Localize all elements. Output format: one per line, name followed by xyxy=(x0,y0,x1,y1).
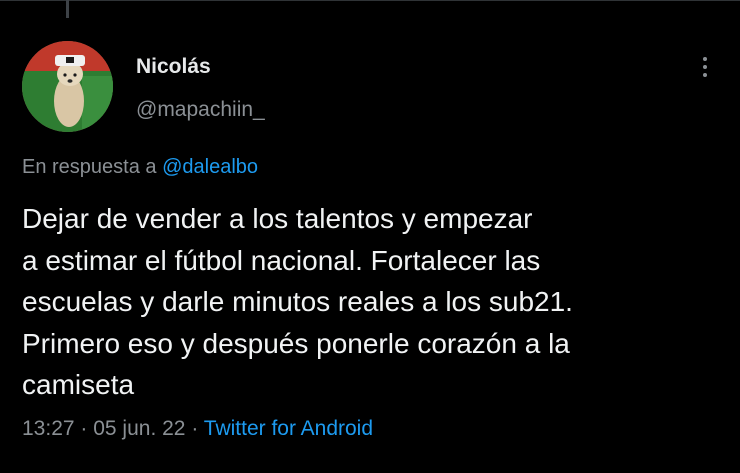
tweet-metadata: 13:27 · 05 jun. 22 · Twitter for Android xyxy=(22,417,373,441)
meta-separator: · xyxy=(185,417,204,440)
tweet-text: Dejar de vender a los talentos y empezar… xyxy=(22,203,573,400)
tweet-date[interactable]: 05 jun. 22 xyxy=(93,417,185,440)
reply-context: En respuesta a @dalealbo xyxy=(22,156,258,179)
top-divider xyxy=(0,0,740,1)
avatar[interactable] xyxy=(22,41,113,132)
author-display-name[interactable]: Nicolás xyxy=(136,55,211,79)
more-options-button[interactable] xyxy=(692,52,718,82)
author-handle[interactable]: @mapachiin_ xyxy=(136,98,265,122)
reply-prefix: En respuesta a xyxy=(22,156,157,178)
avatar-image xyxy=(22,41,113,132)
reply-mention-link[interactable]: @dalealbo xyxy=(162,156,258,178)
tweet-time[interactable]: 13:27 xyxy=(22,417,75,440)
more-vertical-icon xyxy=(703,57,707,77)
meta-separator: · xyxy=(74,417,94,440)
thread-connector-line xyxy=(66,0,69,18)
tweet-source-link[interactable]: Twitter for Android xyxy=(204,417,373,440)
